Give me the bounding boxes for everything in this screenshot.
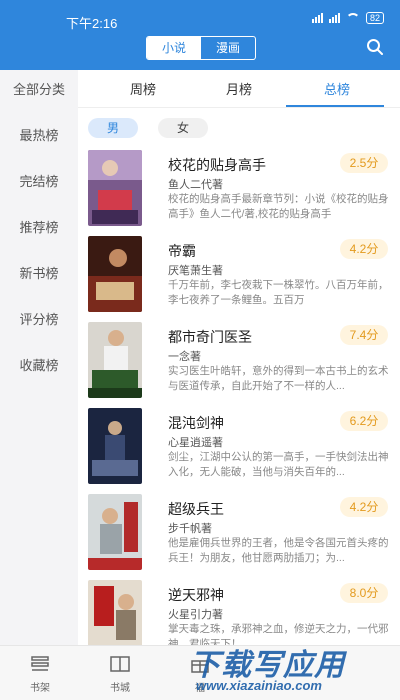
book-title: 校花的贴身高手 bbox=[168, 157, 266, 173]
book-item[interactable]: 帝霸 4.2分 厌笔萧生著 千万年前，李七夜栽下一株翠竹。八百万年前，李七夜养了… bbox=[78, 236, 400, 322]
ranking-period-tabs: 周榜 月榜 总榜 bbox=[78, 70, 400, 108]
book-description: 他是雇佣兵世界的王者，他是令各国元首头疼的兵王！为朋友，他甘愿两肋插刀；为... bbox=[168, 537, 389, 564]
book-item[interactable]: 超级兵王 4.2分 步千帆著 他是雇佣兵世界的王者，他是令各国元首头疼的兵王！为… bbox=[78, 494, 400, 580]
signal-icon bbox=[311, 13, 323, 23]
book-description: 校花的贴身高手最新章节列：小说《校花的贴身高手》鱼人二代/著,校花的贴身高手 bbox=[168, 193, 389, 220]
top-bar: 下午2:16 82 小说 漫画 bbox=[0, 0, 400, 70]
battery-icon: 82 bbox=[365, 12, 384, 24]
wifi-icon bbox=[345, 13, 360, 23]
book-author: 心星逍遥著 bbox=[168, 437, 223, 449]
sidebar-item-new[interactable]: 新书榜 bbox=[0, 254, 78, 294]
signal-icon bbox=[328, 13, 340, 23]
ranking-content: 周榜 月榜 总榜 男 女 校花的贴身高手 2.5分 鱼人二代著 校花的贴身高手最… bbox=[78, 70, 400, 656]
tab-overall[interactable]: 总榜 bbox=[324, 79, 350, 98]
nav-bookstore[interactable]: 书城 bbox=[80, 646, 160, 700]
book-title: 混沌剑神 bbox=[168, 415, 224, 431]
nav-label: 书城 bbox=[110, 683, 130, 694]
book-author: 步千帆著 bbox=[168, 523, 212, 535]
book-score-badge: 6.2分 bbox=[340, 411, 388, 431]
book-description: 剑尘，江湖中公认的第一高手，一手快剑法出神入化，无人能破，当他与消失百年的... bbox=[168, 451, 389, 478]
book-item[interactable]: 校花的贴身高手 2.5分 鱼人二代著 校花的贴身高手最新章节列：小说《校花的贴身… bbox=[78, 150, 400, 236]
sidebar-item-favorites[interactable]: 收藏榜 bbox=[0, 346, 78, 386]
book-author: 厌笔萧生著 bbox=[168, 265, 223, 277]
book-item[interactable]: 都市奇门医圣 7.4分 一念著 实习医生叶皓轩，意外的得到一本古书上的玄术与医道… bbox=[78, 322, 400, 408]
sidebar-item-completed[interactable]: 完结榜 bbox=[0, 162, 78, 202]
sidebar-item-all[interactable]: 全部分类 bbox=[0, 70, 78, 110]
tab-novel[interactable]: 小说 bbox=[147, 37, 201, 59]
gender-male-chip[interactable]: 男 bbox=[88, 118, 138, 138]
search-icon[interactable] bbox=[366, 38, 384, 56]
nav-bookshelf[interactable]: 书架 bbox=[0, 646, 80, 700]
book-cover bbox=[88, 322, 142, 398]
watermark-url: www.xiazainiao.com bbox=[196, 678, 322, 693]
book-description: 千万年前，李七夜栽下一株翠竹。八百万年前，李七夜养了一条鲤鱼。五百万 bbox=[168, 279, 389, 306]
book-score-badge: 8.0分 bbox=[340, 583, 388, 603]
status-time: 下午2:16 bbox=[66, 16, 118, 31]
book-title: 都市奇门医圣 bbox=[168, 329, 252, 345]
book-score-badge: 4.2分 bbox=[340, 497, 388, 517]
nav-label: 书架 bbox=[30, 683, 50, 694]
divider bbox=[78, 107, 400, 108]
tab-monthly[interactable]: 月榜 bbox=[226, 79, 252, 98]
book-icon bbox=[110, 656, 130, 672]
book-score-badge: 7.4分 bbox=[340, 325, 388, 345]
book-cover bbox=[88, 494, 142, 570]
gender-female-chip[interactable]: 女 bbox=[158, 118, 208, 138]
book-cover bbox=[88, 408, 142, 484]
book-author: 火星引力著 bbox=[168, 609, 223, 621]
tab-comic[interactable]: 漫画 bbox=[201, 37, 255, 59]
status-bar: 下午2:16 82 bbox=[0, 0, 400, 31]
sidebar-item-hottest[interactable]: 最热榜 bbox=[0, 116, 78, 156]
content-type-switch: 小说 漫画 bbox=[146, 36, 256, 60]
book-description: 实习医生叶皓轩，意外的得到一本古书上的玄术与医道传承，自此开始了不一样的人... bbox=[168, 365, 389, 392]
book-item[interactable]: 混沌剑神 6.2分 心星逍遥著 剑尘，江湖中公认的第一高手，一手快剑法出神入化，… bbox=[78, 408, 400, 494]
book-score-badge: 4.2分 bbox=[340, 239, 388, 259]
watermark: 下载写应用 www.xiazainiao.com bbox=[190, 640, 395, 700]
book-title: 逆天邪神 bbox=[168, 587, 224, 603]
book-author: 一念著 bbox=[168, 351, 201, 363]
sidebar-item-rating[interactable]: 评分榜 bbox=[0, 300, 78, 340]
sidebar-item-recommended[interactable]: 推荐榜 bbox=[0, 208, 78, 248]
bookshelf-icon bbox=[31, 656, 49, 671]
book-author: 鱼人二代著 bbox=[168, 179, 223, 191]
book-title: 超级兵王 bbox=[168, 501, 224, 517]
book-cover bbox=[88, 236, 142, 312]
status-indicators: 82 bbox=[311, 12, 384, 24]
category-sidebar: 全部分类 最热榜 完结榜 推荐榜 新书榜 评分榜 收藏榜 bbox=[0, 70, 78, 645]
book-score-badge: 2.5分 bbox=[340, 153, 388, 173]
book-title: 帝霸 bbox=[168, 243, 196, 259]
book-cover bbox=[88, 150, 142, 226]
tab-weekly[interactable]: 周榜 bbox=[130, 79, 156, 98]
